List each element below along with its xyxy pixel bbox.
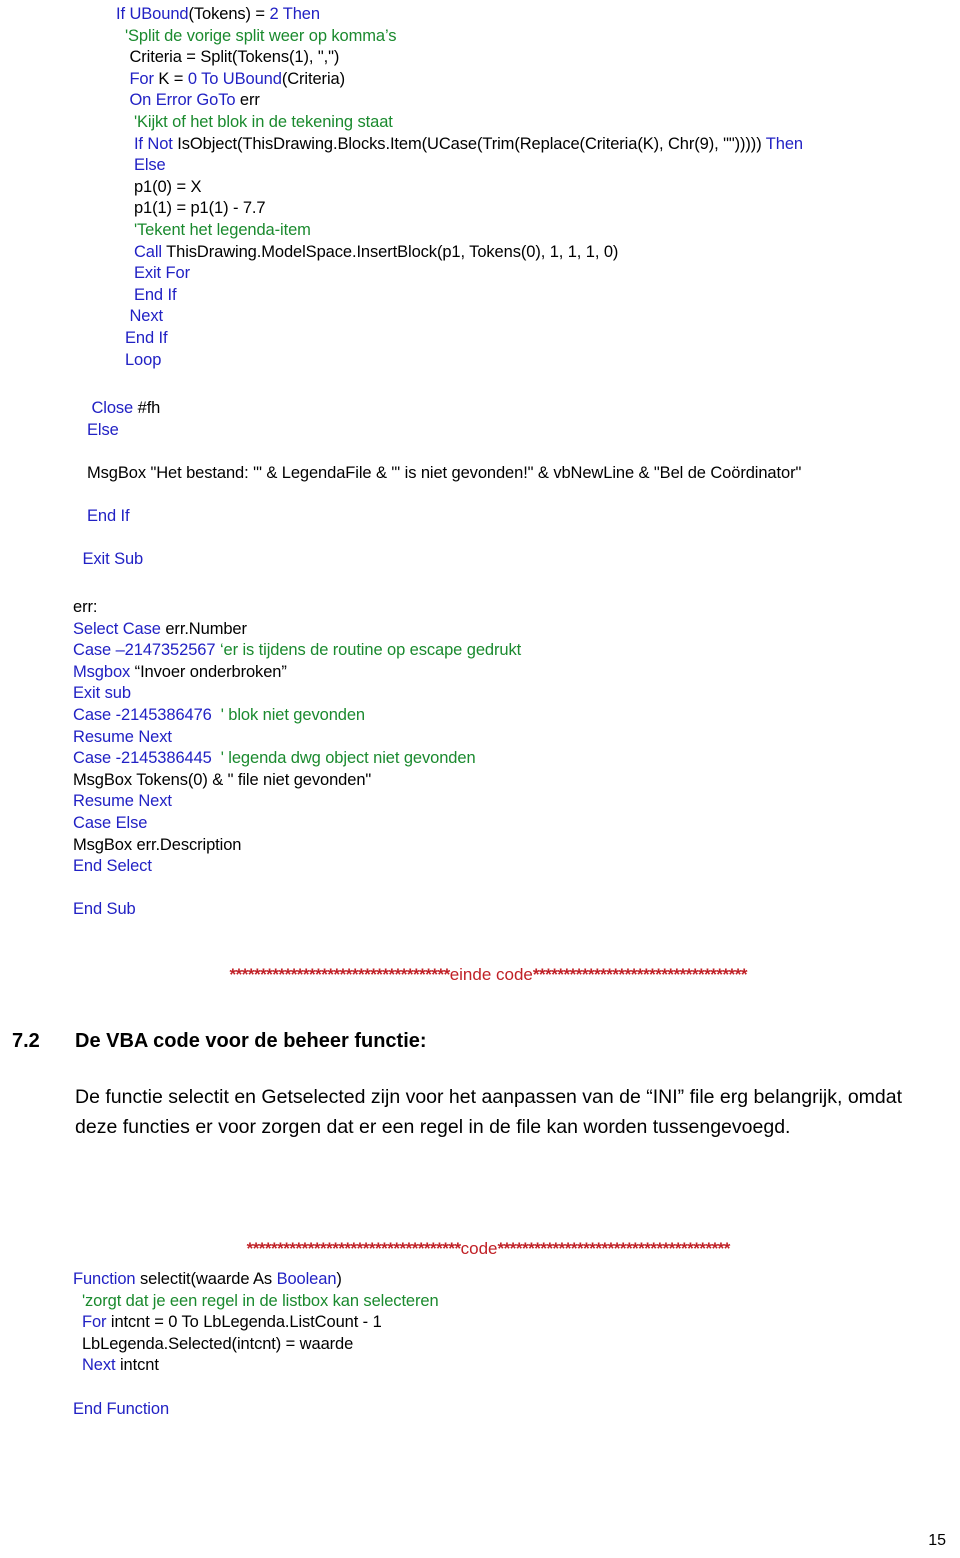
code-line: LbLegenda.Selected(intcnt) = waarde xyxy=(81,1334,354,1353)
code-line: Exit For xyxy=(133,264,190,283)
code-line: p1(1) = p1(1) - 7.7 xyxy=(133,199,266,218)
code-block-legend-loop: If UBound(Tokens) = 2 Then 'Split de vor… xyxy=(116,4,960,371)
code-line: MsgBox Tokens(0) & " file niet gevonden" xyxy=(73,770,372,789)
code-line: Function selectit(waarde As Boolean) xyxy=(73,1270,342,1288)
code-line: Else xyxy=(133,156,166,175)
code-block-else-msgbox: Close #fh Else MsgBox "Het bestand: '" &… xyxy=(78,398,960,571)
code-line: Next intcnt xyxy=(81,1356,159,1375)
separator-stars-left: *********************************** xyxy=(246,1239,462,1258)
code-line: For intcnt = 0 To LbLegenda.ListCount - … xyxy=(81,1313,382,1332)
code-line: Exit sub xyxy=(73,684,131,703)
code-line: Case -2145386476 ' blok niet gevonden xyxy=(73,705,365,724)
code-line: End If xyxy=(86,506,130,525)
separator-stars-left: ************************************ xyxy=(229,965,451,984)
code-line: For K = 0 To UBound(Criteria) xyxy=(129,69,345,88)
separator-word: einde code xyxy=(449,965,533,984)
code-line: Call ThisDrawing.ModelSpace.InsertBlock(… xyxy=(133,242,619,261)
code-line: Exit Sub xyxy=(82,550,144,569)
code-line: End Select xyxy=(73,857,152,876)
code-line: Loop xyxy=(124,350,162,369)
code-line: MsgBox err.Description xyxy=(73,835,242,854)
section-number: 7.2 xyxy=(12,1030,40,1052)
code-line: err: xyxy=(73,598,98,616)
code-line: If Not IsObject(ThisDrawing.Blocks.Item(… xyxy=(133,134,804,153)
code-line: End If xyxy=(133,285,177,304)
code-line: End Sub xyxy=(73,900,136,919)
section-paragraph: De functie selectit en Getselected zijn … xyxy=(75,1086,903,1138)
code-line: If UBound(Tokens) = 2 Then xyxy=(116,5,320,23)
code-line: Case Else xyxy=(73,813,148,832)
code-line: Resume Next xyxy=(73,792,172,811)
code-block-selectit-function: Function selectit(waarde As Boolean) 'zo… xyxy=(73,1269,960,1420)
code-line: End If xyxy=(124,328,168,347)
code-line: Close #fh xyxy=(91,399,161,417)
code-line: MsgBox "Het bestand: '" & LegendaFile & … xyxy=(86,463,802,482)
separator-stars-right: *********************************** xyxy=(532,965,748,984)
code-line: Next xyxy=(129,307,163,326)
code-line: 'Kijkt of het blok in de tekening staat xyxy=(133,112,393,131)
page-number: 15 xyxy=(928,1532,946,1549)
code-line: Msgbox “Invoer onderbroken” xyxy=(73,662,287,681)
page-title: De VBA code voor de beheer functie: xyxy=(75,1030,427,1052)
code-line: On Error GoTo err xyxy=(129,91,260,110)
code-line: Criteria = Split(Tokens(1), ",") xyxy=(129,48,340,67)
code-line: Else xyxy=(86,420,119,439)
separator-einde-code: ************************************eind… xyxy=(0,942,960,1008)
code-line: End Function xyxy=(73,1399,170,1418)
code-line: p1(0) = X xyxy=(133,177,202,196)
code-line: Resume Next xyxy=(73,727,172,746)
code-line: 'zorgt dat je een regel in de listbox ka… xyxy=(81,1291,439,1310)
code-line: Case –2147352567 ‘er is tijdens de routi… xyxy=(73,641,522,660)
code-line: 'Split de vorige split weer op komma’s xyxy=(124,26,397,45)
code-line: Select Case err.Number xyxy=(73,619,247,638)
document-page: If UBound(Tokens) = 2 Then 'Split de vor… xyxy=(0,0,960,1558)
code-block-error-handler: err: Select Case err.Number Case –21473525… xyxy=(73,597,960,921)
code-line: Case -2145386445 ' legenda dwg object ni… xyxy=(73,749,476,768)
separator-stars-right: ************************************** xyxy=(497,1239,731,1258)
code-line: 'Tekent het legenda-item xyxy=(133,220,311,239)
separator-word: code xyxy=(460,1239,498,1258)
